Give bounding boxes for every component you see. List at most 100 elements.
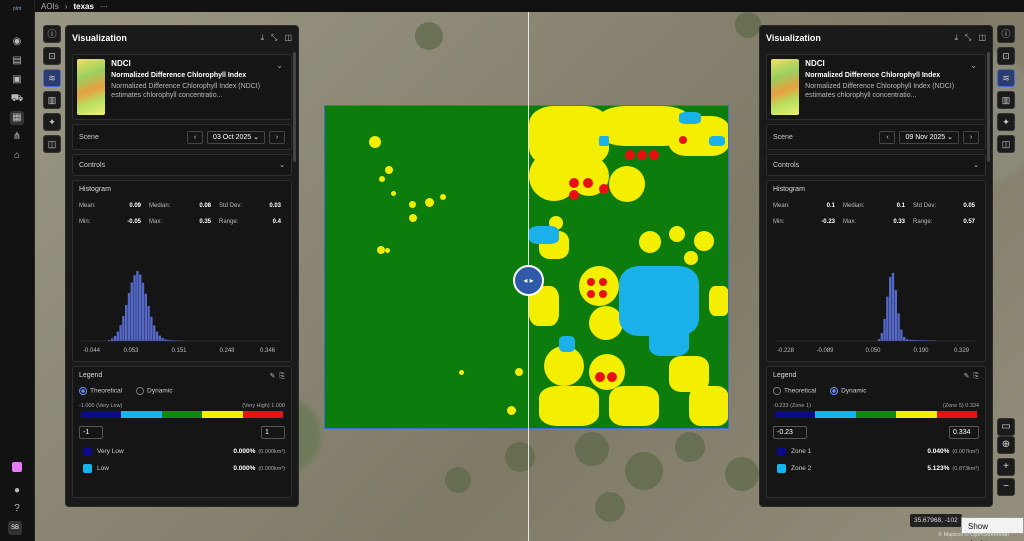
image-icon[interactable]: ⊡ (43, 47, 61, 65)
compass-icon[interactable]: ◉ (10, 35, 24, 49)
image-icon[interactable]: ⊡ (997, 47, 1015, 65)
sidebar-icon[interactable]: ◫ (978, 33, 986, 43)
edit-icon[interactable]: ✎ (964, 373, 970, 380)
layers-icon[interactable]: ≋ (997, 69, 1015, 87)
ramp-max-input[interactable]: 0.334 (949, 426, 979, 439)
histogram-bar (153, 325, 156, 341)
next-scene-button[interactable]: › (963, 130, 979, 144)
layer-selector[interactable]: NDCI Normalized Difference Chlorophyll I… (72, 54, 292, 120)
help-icon[interactable]: ? (10, 502, 24, 516)
layer-description: Normalized Difference Chlorophyll Index … (805, 83, 955, 99)
ramp-min-input[interactable]: -0.23 (773, 426, 807, 439)
sidebar-icon[interactable]: ◫ (284, 33, 292, 43)
export-icon[interactable]: ⎘ (973, 373, 979, 380)
ramp-max-input[interactable]: 1 (261, 426, 285, 439)
store-icon[interactable]: ▤ (10, 54, 24, 68)
visualization-panel-right: Visualization ⤓ ⤡ ◫ NDCI Normalized Diff… (759, 25, 993, 507)
histogram-bar (161, 337, 164, 341)
info-icon[interactable]: ⓘ (997, 25, 1015, 43)
stat-item: Mean: 0.1 (773, 203, 835, 209)
ramp-stop (121, 411, 162, 418)
zoom-in-button[interactable]: + (997, 458, 1015, 476)
cart-icon[interactable]: ⛟ (10, 92, 24, 106)
stat-item: Mean: 0.09 (79, 203, 141, 209)
breadcrumb-root[interactable]: AOIs (41, 2, 59, 11)
ramp-stop (775, 411, 816, 418)
avatar[interactable]: SB (8, 521, 22, 535)
chevron-down-icon[interactable]: ⌄ (970, 61, 977, 70)
chevron-down-icon[interactable]: ⌄ (276, 61, 283, 70)
stat-item: Median: 0.08 (149, 203, 211, 209)
histogram-tick-label: 0.248 (219, 348, 235, 354)
stat-item: Max: 0.35 (149, 219, 211, 225)
radio-theoretical[interactable]: Theoretical (773, 387, 816, 395)
layers-icon[interactable]: ≋ (43, 69, 61, 87)
panel-scrollbar[interactable] (987, 52, 990, 162)
histogram-tick-label: -0.228 (777, 348, 795, 354)
histogram-bar (122, 315, 125, 341)
download-icon[interactable]: ⤓ (260, 33, 264, 43)
ramp-low-label: -0.233 (Zone 1) (773, 403, 811, 409)
chart-icon[interactable]: ▥ (997, 91, 1015, 109)
color-ramp[interactable] (775, 411, 978, 418)
controls-accordion[interactable]: Controls ⌄ (72, 154, 292, 176)
histogram-tick-label: 0.190 (913, 348, 929, 354)
more-icon[interactable]: ··· (100, 2, 108, 11)
histogram-bar (119, 325, 122, 341)
export-icon[interactable]: ⎘ (279, 373, 285, 380)
breadcrumb: AOIs › texas ··· (35, 0, 1024, 12)
info-icon[interactable]: ⓘ (43, 25, 61, 43)
histogram-tick-label: 0.329 (954, 348, 970, 354)
compare-slider-handle[interactable]: ◂ ▸ (513, 265, 544, 296)
collapse-icon[interactable]: ⤡ (271, 33, 277, 43)
radio-dynamic[interactable]: Dynamic (830, 387, 866, 395)
split-view-icon[interactable]: ◫ (997, 135, 1015, 153)
layer-code: NDCI (805, 59, 825, 68)
ruler-icon[interactable]: ▭ (997, 418, 1015, 436)
collapse-icon[interactable]: ⤡ (965, 33, 971, 43)
map-icon[interactable]: ▦ (10, 111, 24, 125)
network-icon[interactable]: ⋔ (10, 130, 24, 144)
vehicle-icon[interactable]: ▣ (10, 73, 24, 87)
sparkle-icon[interactable]: ✦ (43, 113, 61, 131)
edit-icon[interactable]: ✎ (270, 373, 276, 380)
prev-scene-button[interactable]: ‹ (187, 130, 204, 144)
zoom-out-button[interactable]: − (997, 478, 1015, 496)
next-scene-button[interactable]: › (269, 130, 285, 144)
panel-scrollbar[interactable] (293, 52, 296, 162)
histogram-bar (155, 331, 159, 341)
stat-item: Min: -0.23 (773, 219, 835, 225)
ramp-min-input[interactable]: -1 (79, 426, 103, 439)
radio-dynamic[interactable]: Dynamic (136, 387, 172, 395)
ramp-high-label: (Zone 5) 0.334 (942, 403, 979, 409)
scene-date-select[interactable]: 03 Oct 2025 ⌄ (207, 130, 265, 144)
map-attribution[interactable]: © Mapbox © OpenStreetMap (938, 532, 1009, 538)
building-icon[interactable]: ⌂ (10, 149, 24, 163)
histogram-bar (125, 304, 128, 341)
histogram-title: Histogram (773, 186, 805, 193)
stat-item: Max: 0.33 (843, 219, 905, 225)
ramp-stop (896, 411, 937, 418)
histogram-bar (130, 282, 133, 341)
app-logo[interactable]: plnt (8, 6, 26, 16)
chart-icon[interactable]: ▥ (43, 91, 61, 109)
sparkle-icon[interactable]: ✦ (997, 113, 1015, 131)
histogram-tick-label: 0.050 (865, 348, 881, 354)
scene-date-select[interactable]: 09 Nov 2025 ⌄ (899, 130, 959, 144)
color-ramp[interactable] (81, 411, 284, 418)
layer-selector[interactable]: NDCI Normalized Difference Chlorophyll I… (766, 54, 986, 120)
controls-accordion[interactable]: Controls ⌄ (766, 154, 986, 176)
histogram-bar (880, 333, 883, 341)
radio-theoretical[interactable]: Theoretical (79, 387, 122, 395)
histogram-bar (150, 316, 153, 341)
notification-icon[interactable]: ● (10, 484, 24, 498)
split-view-icon[interactable]: ◫ (43, 135, 61, 153)
download-icon[interactable]: ⤓ (954, 33, 958, 43)
chevron-down-icon: ⌄ (279, 162, 285, 169)
locate-icon[interactable]: ⊕ (997, 436, 1015, 454)
app-switcher-icon[interactable] (12, 462, 22, 472)
layer-description: Normalized Difference Chlorophyll Index … (111, 83, 261, 99)
legend-class: Zone 2 5.123% (0.873km²) (773, 464, 979, 473)
histogram-bar (877, 338, 881, 341)
prev-scene-button[interactable]: ‹ (879, 130, 896, 144)
